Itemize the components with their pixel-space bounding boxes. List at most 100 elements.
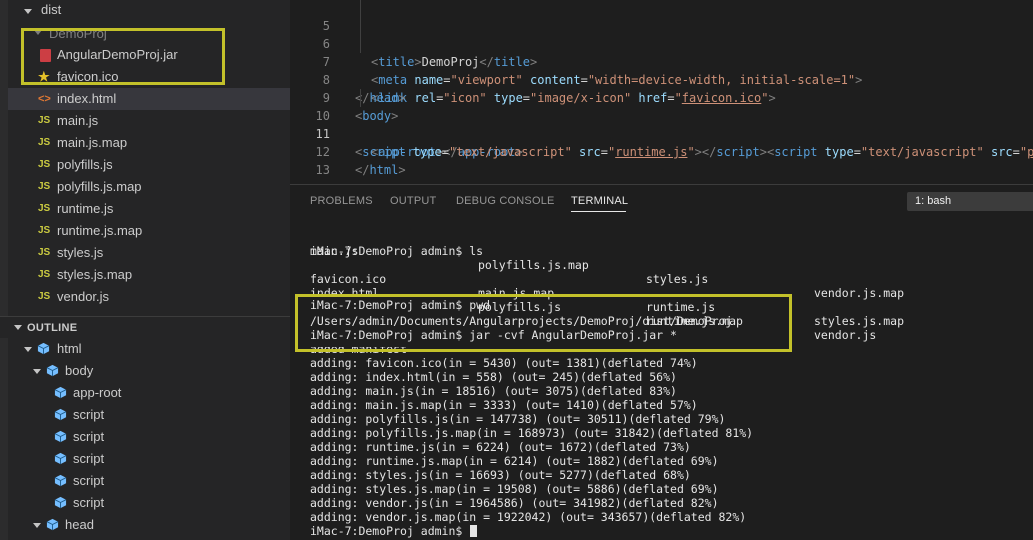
outline-item-label: script xyxy=(73,473,105,488)
terminal-line: adding: polyfills.js.map(in = 168973) (o… xyxy=(310,426,754,440)
tab-debug-console[interactable]: DEBUG CONSOLE xyxy=(456,195,555,207)
chevron-down-icon xyxy=(24,9,32,14)
symbol-field-icon xyxy=(54,496,67,509)
html-icon: <> xyxy=(38,93,51,105)
terminal-line: adding: index.html(in = 558) (out= 245)(… xyxy=(310,370,677,384)
symbol-field-icon xyxy=(54,430,67,443)
terminal-line: index.html polyfills.js runtime.js.map v… xyxy=(310,286,877,342)
terminal-line: iMac-7:DemoProj admin$ ls xyxy=(310,244,484,258)
outline-item-label: script xyxy=(73,451,105,466)
outline-item-body[interactable]: body xyxy=(0,360,282,382)
outline-item-script[interactable]: script xyxy=(0,448,282,470)
code-line: 5 <title>DemoProj</title> xyxy=(290,0,1033,69)
tree-item-label: main.js xyxy=(57,113,99,128)
terminal-prompt-line: iMac-7:DemoProj admin$ xyxy=(310,524,478,538)
code-line: 12 </html> xyxy=(290,125,1033,177)
line-number: 13 xyxy=(315,163,330,177)
tree-file-styles-js-map[interactable]: JS styles.js.map xyxy=(8,264,290,286)
tree-item-label: runtime.js.map xyxy=(57,223,143,238)
js-icon: JS xyxy=(38,159,51,170)
terminal-line: adding: vendor.js.map(in = 1922042) (out… xyxy=(310,510,747,524)
chevron-down-icon xyxy=(33,523,41,528)
tree-file-polyfills-js[interactable]: JS polyfills.js xyxy=(8,154,290,176)
tree-item-label: styles.js xyxy=(57,245,104,260)
outline-item-label: script xyxy=(73,407,105,422)
js-icon: JS xyxy=(38,137,51,148)
tree-folder-dist[interactable]: dist xyxy=(8,0,290,22)
terminal-select[interactable]: 1: bash xyxy=(907,192,1033,211)
terminal-line: adding: runtime.js(in = 6224) (out= 1672… xyxy=(310,440,691,454)
symbol-field-icon xyxy=(54,474,67,487)
symbol-field-icon xyxy=(46,518,59,531)
tree-item-label: polyfills.js.map xyxy=(57,179,142,194)
js-icon: JS xyxy=(38,203,51,214)
chevron-down-icon xyxy=(33,369,41,374)
js-icon: JS xyxy=(38,247,51,258)
tree-file-styles-js[interactable]: JS styles.js xyxy=(8,242,290,264)
outline-item-label: body xyxy=(65,363,94,378)
tree-file-main-js-map[interactable]: JS main.js.map xyxy=(8,132,290,154)
outline-title: OUTLINE xyxy=(27,322,78,334)
outline-item-script[interactable]: script xyxy=(0,426,282,448)
outline-item-head[interactable]: head xyxy=(0,514,282,536)
terminal-line: adding: runtime.js.map(in = 6214) (out= … xyxy=(310,454,719,468)
code-line: 6 <meta name="viewport" content="width=d… xyxy=(290,17,1033,87)
terminal-line: /Users/admin/Documents/Angularprojects/D… xyxy=(310,314,733,328)
terminal-line: iMac-7:DemoProj admin$ jar -cvf AngularD… xyxy=(310,328,677,342)
terminal-cursor xyxy=(470,525,478,537)
outline-item-script[interactable]: script xyxy=(0,404,282,426)
tree-file-main-js[interactable]: JS main.js xyxy=(8,110,290,132)
tree-item-label: main.js.map xyxy=(57,135,128,150)
tree-file-vendor-js[interactable]: JS vendor.js xyxy=(8,286,290,308)
js-icon: JS xyxy=(38,291,51,302)
bottom-panel: PROBLEMS OUTPUT DEBUG CONSOLE TERMINAL 1… xyxy=(290,184,1033,540)
tree-item-label: AngularDemoProj.jar xyxy=(57,47,178,62)
tree-item-label: favicon.ico xyxy=(57,69,119,84)
chevron-down-icon xyxy=(24,347,32,352)
outline-item-label: app-root xyxy=(73,385,122,400)
terminal-line: favicon.ico main.js.map runtime.js style… xyxy=(310,272,905,328)
js-icon: JS xyxy=(38,225,51,236)
code-line: 10 <app-root></app-root> xyxy=(290,89,1033,159)
terminal-line: adding: main.js.map(in = 3333) (out= 141… xyxy=(310,398,698,412)
tab-problems[interactable]: PROBLEMS xyxy=(310,195,373,207)
indent-guide xyxy=(360,0,361,17)
tab-output[interactable]: OUTPUT xyxy=(390,195,436,207)
code-editor[interactable]: 5 <title>DemoProj</title> 6 <meta name="… xyxy=(290,0,1033,184)
indent-guide xyxy=(360,89,361,107)
chevron-down-icon xyxy=(34,30,42,35)
symbol-field-icon xyxy=(37,342,50,355)
tree-file-index-html[interactable]: <> index.html xyxy=(8,88,290,110)
outline-item-app-root[interactable]: app-root xyxy=(0,382,282,404)
active-tab-indicator xyxy=(571,211,626,212)
indent-guide xyxy=(360,35,361,53)
symbol-field-icon xyxy=(46,364,59,377)
tree-item-label: DemoProj xyxy=(49,26,107,41)
outline-item-label: script xyxy=(73,429,105,444)
terminal-line: adding: main.js(in = 18516) (out= 3075)(… xyxy=(310,384,677,398)
tree-file-runtime-js-map[interactable]: JS runtime.js.map xyxy=(8,220,290,242)
tree-file-runtime-js[interactable]: JS runtime.js xyxy=(8,198,290,220)
terminal-line: adding: vendor.js(in = 1964586) (out= 34… xyxy=(310,496,719,510)
symbol-field-icon xyxy=(54,452,67,465)
code-line-active: 11 <script type="text/javascript" src="r… xyxy=(290,107,1033,159)
tree-folder-demoproj[interactable]: DemoProj xyxy=(8,22,290,44)
outline-item-script[interactable]: script xyxy=(0,492,282,514)
tree-item-label: vendor.js xyxy=(57,289,110,304)
terminal-line: adding: polyfills.js(in = 147738) (out= … xyxy=(310,412,726,426)
jar-file-icon xyxy=(40,49,51,62)
code-line: 9 <body> xyxy=(290,71,1033,123)
tree-file-polyfills-js-map[interactable]: JS polyfills.js.map xyxy=(8,176,290,198)
tree-file-favicon[interactable]: ★ favicon.ico xyxy=(8,66,290,88)
outline-item-html[interactable]: html xyxy=(0,338,282,360)
outline-item-label: script xyxy=(73,495,105,510)
code-line: 7 <link rel="icon" type="image/x-icon" h… xyxy=(290,35,1033,105)
js-icon: JS xyxy=(38,115,51,126)
tab-terminal[interactable]: TERMINAL xyxy=(571,195,628,207)
outline-item-script[interactable]: script xyxy=(0,470,282,492)
star-icon: ★ xyxy=(38,69,50,84)
chevron-down-icon xyxy=(14,325,22,330)
tree-file-angulardemoproj-jar[interactable]: AngularDemoProj.jar xyxy=(8,44,290,66)
terminal-line: adding: favicon.ico(in = 5430) (out= 138… xyxy=(310,356,698,370)
outline-section-header[interactable]: OUTLINE xyxy=(0,316,290,338)
